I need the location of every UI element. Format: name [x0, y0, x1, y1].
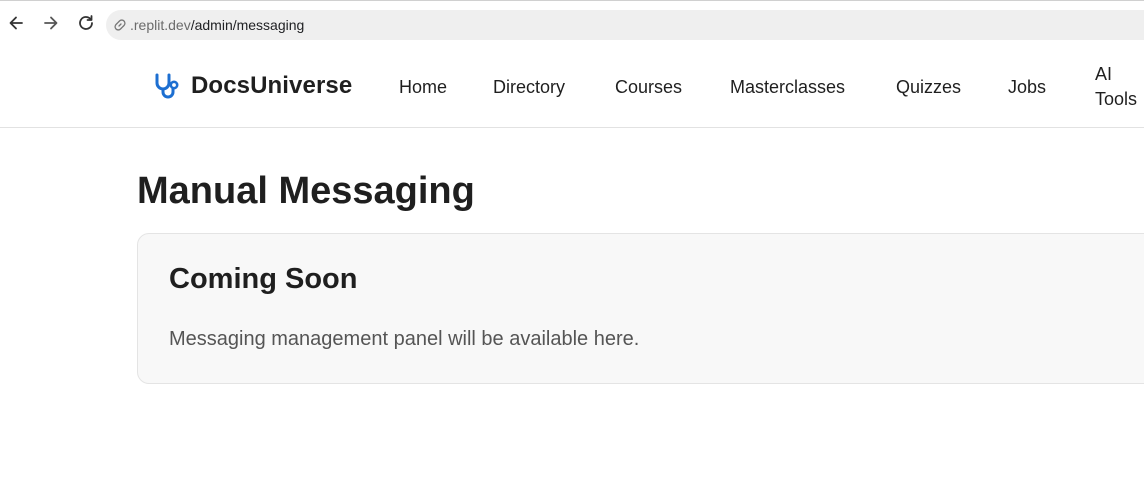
- brand-logo-link[interactable]: DocsUniverse: [151, 70, 352, 102]
- site-header: DocsUniverse Home Directory Courses Mast…: [0, 46, 1144, 128]
- arrow-left-icon: [7, 14, 25, 32]
- page-title: Manual Messaging: [137, 170, 475, 212]
- nav-link-jobs[interactable]: Jobs: [1008, 77, 1046, 98]
- stethoscope-icon: [151, 70, 183, 102]
- reload-icon: [77, 14, 95, 32]
- card-title: Coming Soon: [169, 263, 358, 295]
- browser-toolbar: .replit.dev/admin/messaging: [0, 0, 1144, 46]
- nav-link-directory[interactable]: Directory: [493, 77, 565, 98]
- nav-link-masterclasses[interactable]: Masterclasses: [730, 77, 845, 98]
- url-text: .replit.dev/admin/messaging: [130, 17, 304, 33]
- address-bar[interactable]: .replit.dev/admin/messaging: [106, 10, 1144, 40]
- back-button[interactable]: [3, 10, 29, 36]
- card-description: Messaging management panel will be avail…: [169, 328, 640, 350]
- nav-link-courses[interactable]: Courses: [615, 77, 682, 98]
- brand-name: DocsUniverse: [191, 72, 353, 99]
- nav-link-ai-tools[interactable]: AI Tools: [1095, 62, 1144, 112]
- coming-soon-card: Coming Soon Messaging management panel w…: [137, 233, 1144, 384]
- url-host: .replit.dev: [130, 17, 191, 33]
- link-icon: [112, 17, 128, 33]
- arrow-right-icon: [42, 14, 60, 32]
- forward-button[interactable]: [38, 10, 64, 36]
- url-path: /admin/messaging: [190, 17, 305, 33]
- nav-link-home[interactable]: Home: [399, 77, 447, 98]
- reload-button[interactable]: [73, 10, 99, 36]
- nav-link-quizzes[interactable]: Quizzes: [896, 77, 961, 98]
